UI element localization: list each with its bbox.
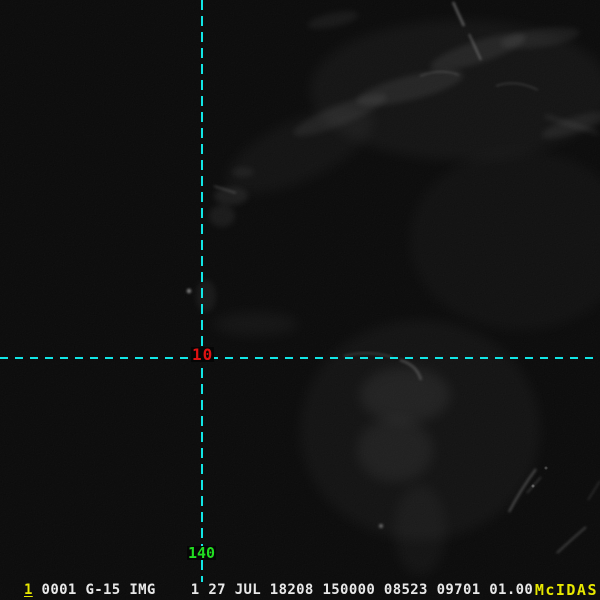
satellite-image[interactable] [0, 0, 600, 600]
image-info-text: 0001 G-15 IMG 1 27 JUL 18208 150000 0852… [32, 582, 534, 598]
latitude-label: 10 [191, 345, 215, 364]
longitude-label: 140 [187, 544, 217, 562]
mcidas-logo: McIDAS [534, 581, 598, 599]
sensor-noise [0, 0, 600, 600]
longitude-gridline [201, 0, 203, 582]
status-bar: 1 0001 G-15 IMG 1 27 JUL 18208 150000 08… [24, 583, 533, 598]
mcidas-display-window: 10 140 1 0001 G-15 IMG 1 27 JUL 18208 15… [0, 0, 600, 600]
latitude-gridline [0, 357, 600, 359]
frame-number: 1 [24, 582, 33, 598]
